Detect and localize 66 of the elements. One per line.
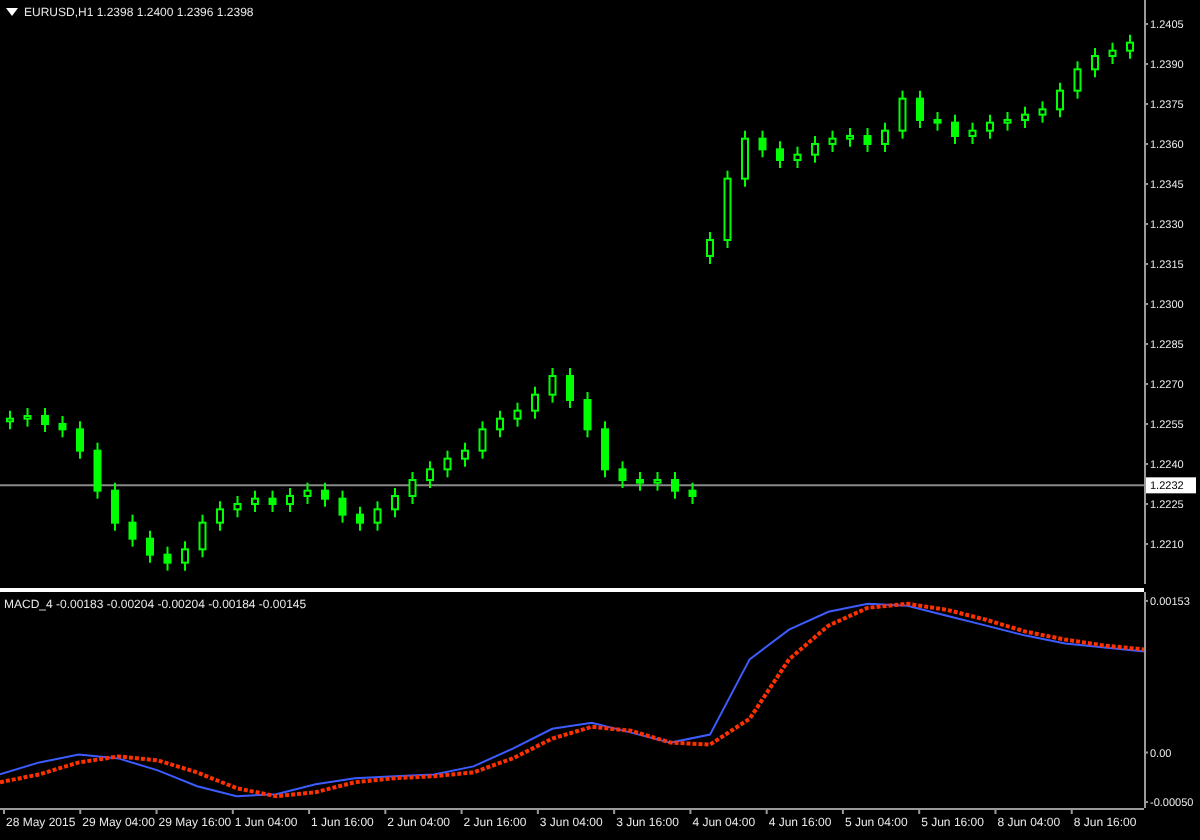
candlestick	[811, 135, 819, 164]
candlestick	[688, 481, 697, 505]
candlestick	[93, 441, 102, 500]
candlestick	[863, 127, 872, 153]
candlestick	[741, 129, 749, 188]
candlestick	[1108, 41, 1117, 65]
candlestick	[723, 169, 732, 249]
candlestick	[898, 89, 907, 140]
candlestick	[881, 121, 889, 153]
candlestick	[233, 495, 242, 519]
triangle-icon[interactable]	[6, 8, 18, 16]
candlestick	[601, 420, 609, 479]
candlestick	[23, 407, 32, 428]
candlestick	[461, 441, 469, 468]
candlestick	[163, 545, 172, 572]
candlestick	[793, 145, 802, 169]
candlestick	[618, 460, 627, 489]
candlestick	[548, 367, 557, 404]
candlestick	[443, 449, 452, 479]
candlestick	[181, 540, 189, 572]
candlestick	[1003, 111, 1012, 132]
candlestick	[531, 385, 539, 420]
candlestick	[111, 481, 119, 532]
candlestick	[1091, 47, 1099, 79]
candlestick	[251, 489, 259, 513]
candlestick	[828, 129, 837, 153]
candlestick	[986, 113, 994, 140]
candlestick	[426, 460, 434, 489]
candlestick	[776, 140, 784, 169]
candlestick	[198, 513, 207, 559]
candlestick	[478, 420, 487, 460]
candlestick	[321, 481, 329, 508]
candlestick	[41, 407, 49, 433]
candlestick	[408, 471, 417, 505]
candlestick	[566, 367, 574, 409]
candlestick	[303, 481, 312, 505]
candlestick	[846, 127, 854, 148]
candlestick	[916, 89, 924, 129]
candlestick	[338, 489, 347, 524]
candlestick	[1126, 33, 1134, 60]
candlestick	[216, 500, 224, 532]
candlestick	[1073, 60, 1082, 100]
candlestick	[583, 391, 592, 439]
candlestick	[6, 409, 14, 431]
candlestick	[268, 489, 277, 513]
candlestick	[391, 487, 399, 519]
candlestick	[356, 505, 364, 532]
candlestick	[373, 500, 382, 532]
candlestick	[496, 409, 504, 439]
candlestick	[758, 129, 767, 159]
candlestick	[513, 401, 522, 428]
candlestick	[1056, 81, 1064, 119]
candlestick	[951, 113, 959, 145]
candlestick	[1038, 100, 1047, 124]
candlestick	[128, 513, 137, 548]
candlestick	[933, 111, 942, 132]
candlestick	[968, 121, 977, 145]
candlestick	[146, 529, 154, 564]
candlestick	[286, 487, 294, 513]
candlestick	[58, 415, 67, 439]
candlestick	[653, 471, 662, 492]
candlestick	[1021, 105, 1029, 129]
candlestick	[76, 420, 84, 460]
candlestick	[706, 231, 714, 265]
candlestick	[671, 471, 679, 500]
candlestick	[636, 471, 644, 492]
